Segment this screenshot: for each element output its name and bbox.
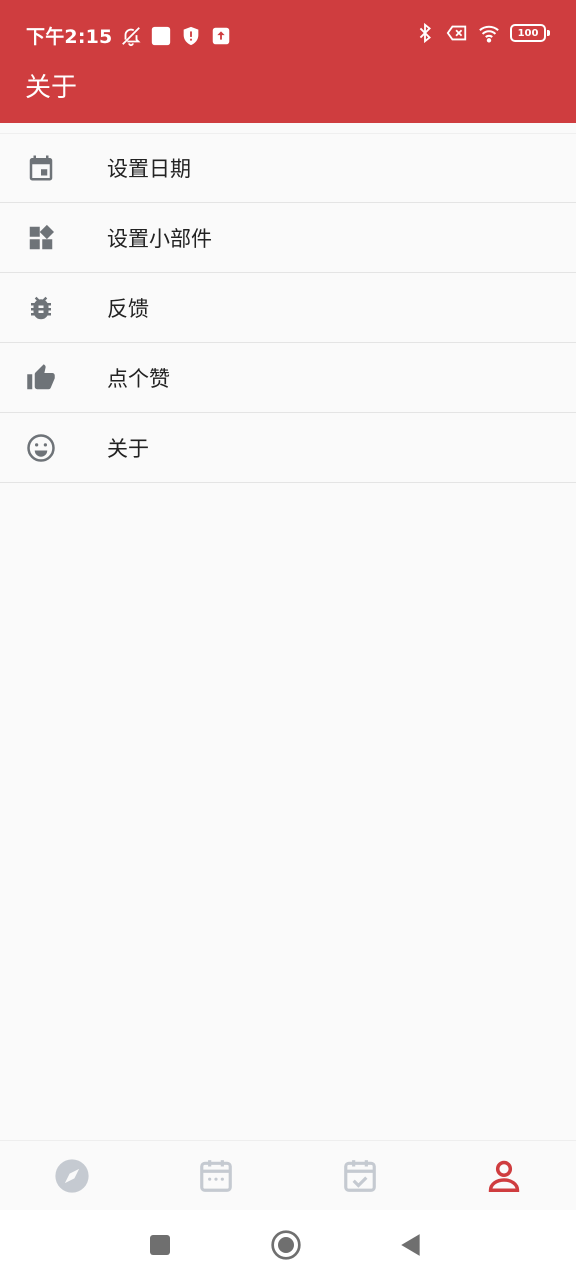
status-left: 下午2:15 xyxy=(26,22,232,49)
tab-calendar[interactable] xyxy=(144,1141,288,1210)
menu-item-label: 设置日期 xyxy=(107,157,191,181)
recent-apps-icon xyxy=(150,1235,170,1255)
battery-icon: 100 xyxy=(510,24,550,42)
app-root: 下午2:15 100 关于 设置日期 设置小部件 反馈 点个赞 关于 xyxy=(0,0,576,1280)
wifi-icon xyxy=(478,22,500,44)
shield-icon xyxy=(180,25,202,47)
status-time: 下午2:15 xyxy=(26,26,113,48)
page-title: 关于 xyxy=(25,73,78,103)
menu-item-set-date[interactable]: 设置日期 xyxy=(0,133,576,203)
menu-item-label: 反馈 xyxy=(107,296,149,321)
recent-apps-button[interactable] xyxy=(142,1227,178,1263)
home-icon xyxy=(271,1230,301,1260)
settings-menu: 设置日期 设置小部件 反馈 点个赞 关于 xyxy=(0,133,576,483)
smile-icon xyxy=(26,433,56,463)
home-button[interactable] xyxy=(268,1227,304,1263)
thumb-up-icon xyxy=(26,363,56,393)
status-right: 100 xyxy=(414,22,550,44)
sim-x-icon xyxy=(446,22,468,44)
app-square-icon xyxy=(150,25,172,47)
widgets-icon xyxy=(26,223,56,253)
tab-discover[interactable] xyxy=(0,1141,144,1210)
back-icon xyxy=(401,1234,420,1256)
calendar-grid-icon xyxy=(200,1159,232,1192)
mute-bell-icon xyxy=(120,25,142,47)
menu-item-about[interactable]: 关于 xyxy=(0,413,576,483)
bluetooth-icon xyxy=(414,22,436,44)
menu-item-label: 设置小部件 xyxy=(107,226,212,251)
calendar-check-icon xyxy=(344,1159,376,1192)
person-icon xyxy=(488,1160,520,1192)
compass-icon xyxy=(55,1158,89,1193)
app-header: 下午2:15 100 关于 xyxy=(0,0,576,123)
menu-item-like[interactable]: 点个赞 xyxy=(0,343,576,413)
menu-item-feedback[interactable]: 反馈 xyxy=(0,273,576,343)
system-nav-bar xyxy=(0,1210,576,1280)
menu-item-label: 关于 xyxy=(107,436,149,461)
menu-item-label: 点个赞 xyxy=(107,366,170,391)
upload-icon xyxy=(210,25,232,47)
bottom-navigation xyxy=(0,1140,576,1210)
status-bar: 下午2:15 100 xyxy=(0,0,576,70)
bug-icon xyxy=(26,293,56,323)
calendar-icon xyxy=(26,153,56,183)
tab-tasks[interactable] xyxy=(288,1141,432,1210)
menu-item-set-widget[interactable]: 设置小部件 xyxy=(0,203,576,273)
battery-level: 100 xyxy=(517,27,539,39)
tab-profile[interactable] xyxy=(432,1141,576,1210)
back-button[interactable] xyxy=(393,1227,429,1263)
